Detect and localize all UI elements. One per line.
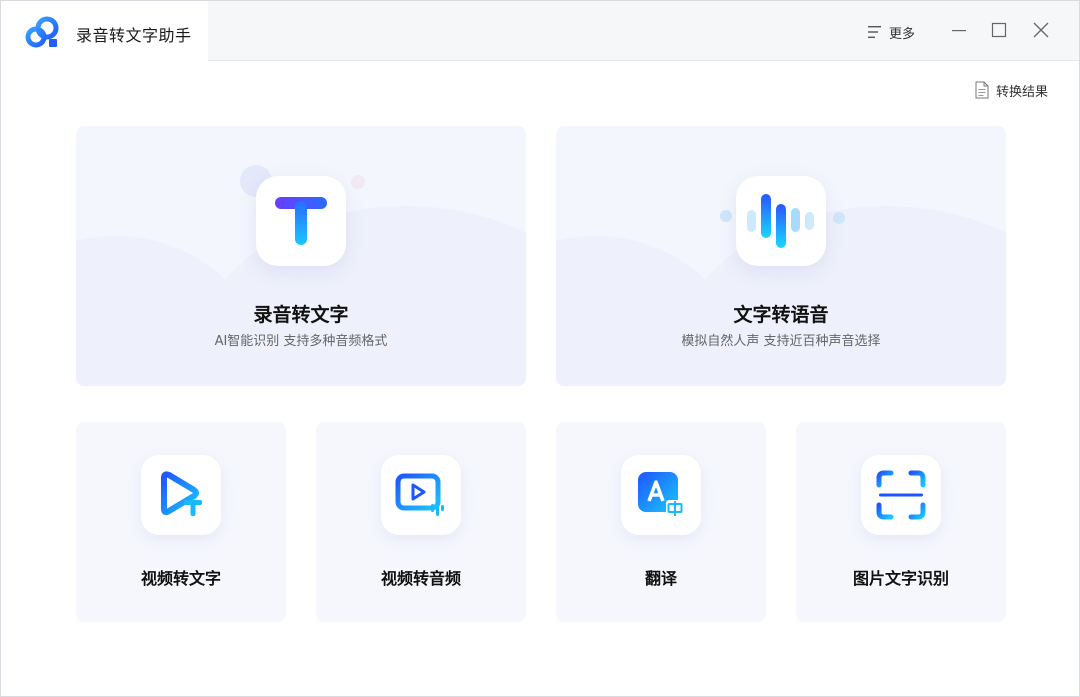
card-audio-to-text[interactable]: 录音转文字 AI智能识别 支持多种音频格式 — [76, 126, 526, 386]
maximize-icon[interactable] — [989, 20, 1009, 40]
card-text-to-speech[interactable]: 文字转语音 模拟自然人声 支持近百种声音选择 — [556, 126, 1006, 386]
card-title: 文字转语音 — [733, 304, 829, 326]
card-title: 录音转文字 — [253, 304, 349, 326]
video-to-audio-icon — [381, 455, 461, 535]
conversion-results-label: 转换结果 — [996, 84, 1049, 100]
document-icon — [975, 81, 989, 99]
card-video-to-text[interactable]: 视频转文字 — [76, 422, 286, 622]
title-bar: 录音转文字助手 更多 — [1, 1, 1079, 61]
card-image-ocr[interactable]: 图片文字识别 — [796, 422, 1006, 622]
image-ocr-icon — [861, 455, 941, 535]
more-label: 更多 — [889, 26, 916, 42]
card-subtitle: 模拟自然人声 支持近百种声音选择 — [681, 334, 881, 349]
app-logo-icon — [25, 16, 59, 48]
more-button[interactable]: 更多 — [867, 21, 915, 43]
video-to-text-icon — [141, 455, 221, 535]
sound-wave-icon — [736, 176, 826, 266]
menu-icon — [868, 26, 881, 38]
conversion-results-link[interactable]: 转换结果 — [974, 80, 1048, 100]
close-icon[interactable] — [1031, 20, 1051, 40]
translate-icon — [621, 455, 701, 535]
card-video-to-audio[interactable]: 视频转音频 — [316, 422, 526, 622]
minimize-icon[interactable] — [949, 20, 969, 40]
card-title: 图片文字识别 — [852, 569, 949, 588]
text-t-icon — [256, 176, 346, 266]
card-subtitle: AI智能识别 支持多种音频格式 — [214, 334, 388, 349]
card-translate[interactable]: 翻译 — [556, 422, 766, 622]
card-title: 视频转文字 — [140, 569, 221, 588]
app-tab: 录音转文字助手 — [1, 1, 208, 61]
app-title: 录音转文字助手 — [76, 26, 192, 45]
card-title: 视频转音频 — [380, 569, 461, 588]
app-window: 录音转文字助手 更多 转换结果 录音转文字 AI智能识别 支持多种音频格式 文字… — [0, 0, 1080, 697]
card-title: 翻译 — [644, 569, 677, 588]
